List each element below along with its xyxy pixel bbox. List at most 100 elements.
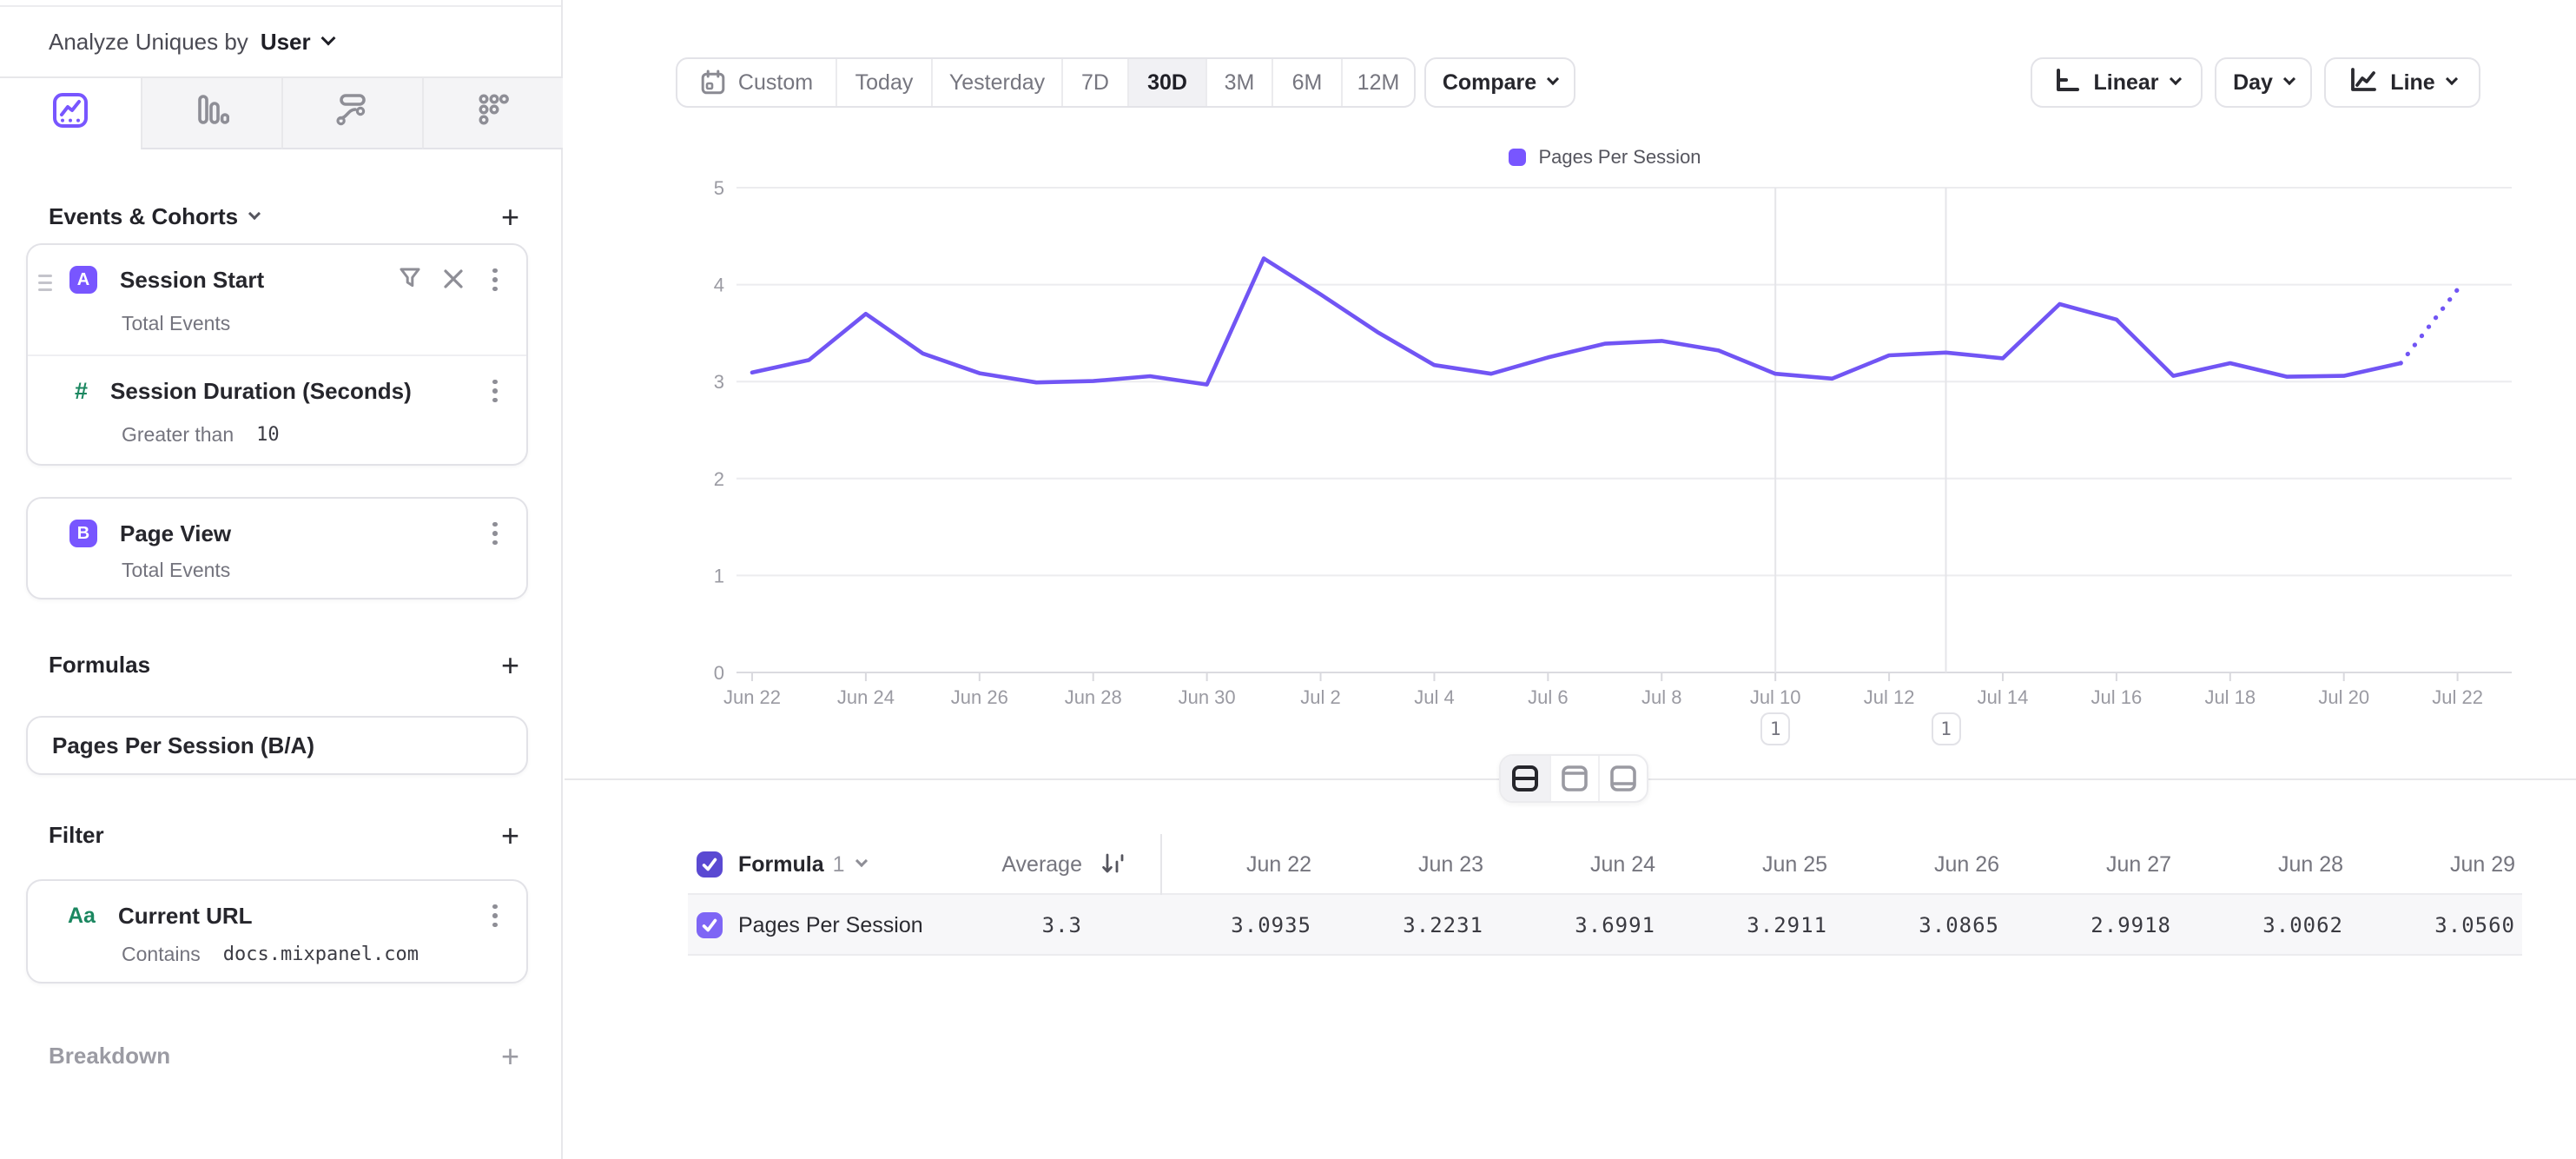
range-30d[interactable]: 30D (1127, 59, 1205, 106)
events-section-title[interactable]: Events & Cohorts (49, 203, 259, 230)
tab-bar-chart[interactable] (141, 78, 281, 149)
event-badge-b: B (69, 520, 97, 547)
range-3m[interactable]: 3M (1205, 59, 1271, 106)
date-column-header: Jun 26 (1934, 834, 1999, 895)
chart-legend[interactable]: Pages Per Session (565, 146, 2576, 169)
annotation-chip[interactable]: 1 (1932, 712, 1961, 745)
filter-operator[interactable]: Contains (122, 943, 201, 966)
flows-icon (334, 91, 371, 135)
filter-value[interactable]: docs.mixpanel.com (223, 944, 419, 965)
filter-row-current-url[interactable]: Aa Current URL Contains docs.mixpanel.co… (28, 881, 526, 982)
granularity-dropdown[interactable]: Day (2215, 57, 2312, 108)
select-all-checkbox[interactable] (697, 851, 723, 878)
chevron-down-icon (320, 31, 335, 46)
data-cell: 3.2911 (1747, 895, 1827, 956)
numeric-property-icon: # (75, 378, 88, 405)
chevron-down-icon (2446, 73, 2458, 85)
event-property-filter-row[interactable]: # Session Duration (Seconds) Greater tha… (28, 354, 526, 464)
svg-text:Jul 10: Jul 10 (1750, 686, 1801, 708)
kebab-menu-icon[interactable] (485, 902, 505, 930)
date-column-header: Jun 23 (1418, 834, 1483, 895)
series-line[interactable] (752, 258, 2401, 384)
formulas-section-title: Formulas (49, 652, 150, 679)
svg-text:Jun 24: Jun 24 (837, 686, 895, 708)
event-name: Page View (120, 520, 231, 547)
add-event-button[interactable]: + (501, 205, 519, 229)
string-property-icon: Aa (68, 904, 96, 929)
range-7d[interactable]: 7D (1061, 59, 1127, 106)
line-chart[interactable]: 012345Jun 22Jun 24Jun 26Jun 28Jun 30Jul … (565, 174, 2576, 756)
range-yesterday[interactable]: Yesterday (931, 59, 1061, 106)
drag-handle-icon[interactable] (38, 275, 52, 291)
remove-icon[interactable] (443, 264, 464, 296)
date-column-header: Jun 25 (1762, 834, 1827, 895)
retention-dots-icon (476, 92, 511, 134)
series-line-projected[interactable] (2401, 289, 2457, 363)
formula-card[interactable]: Pages Per Session (B/A) (26, 716, 528, 775)
sidebar: Analyze Uniques by User (0, 0, 563, 1159)
annotation-chip[interactable]: 1 (1760, 712, 1790, 745)
sort-descending-icon[interactable] (1101, 851, 1126, 884)
add-formula-button[interactable]: + (501, 653, 519, 678)
table-header-row: Formula1 Average Jun 22Jun 23Jun 24Jun 2… (688, 834, 2522, 895)
formula-group-dropdown[interactable]: Formula1 (738, 834, 866, 895)
chart-type-dropdown[interactable]: Line (2324, 57, 2480, 108)
event-metric[interactable]: Total Events (122, 312, 230, 335)
event-row-session-start[interactable]: A Session Start Total Events (28, 245, 526, 354)
range-custom[interactable]: Custom (677, 59, 836, 106)
data-cell: 3.0062 (2262, 895, 2343, 956)
report-type-tabs (0, 78, 563, 149)
event-row-page-view[interactable]: B Page View Total Events (28, 499, 526, 598)
tab-insights[interactable] (0, 78, 141, 149)
filter-icon[interactable] (398, 264, 422, 296)
check-icon (700, 855, 719, 874)
add-breakdown-button[interactable]: + (501, 1044, 519, 1069)
filter-value[interactable]: 10 (256, 424, 280, 446)
chevron-down-icon (1547, 73, 1559, 85)
events-section-header: Events & Cohorts + (49, 203, 519, 230)
chart-view-icon (1560, 764, 1589, 793)
analyze-label: Analyze Uniques by (49, 29, 248, 56)
view-layout-toggle (1499, 754, 1648, 803)
svg-text:3: 3 (714, 371, 724, 393)
kebab-menu-icon[interactable] (485, 520, 505, 547)
kebab-menu-icon[interactable] (485, 377, 505, 405)
analyze-bar: Analyze Uniques by User (0, 7, 561, 78)
svg-text:Jul 14: Jul 14 (1978, 686, 2029, 708)
svg-text:Jun 30: Jun 30 (1179, 686, 1236, 708)
tab-retention[interactable] (422, 78, 563, 149)
mixpanel-insights-app: Analyze Uniques by User (0, 0, 2576, 1159)
analyze-by-value: User (261, 29, 311, 56)
date-column-header: Jun 27 (2106, 834, 2171, 895)
range-today[interactable]: Today (836, 59, 931, 106)
table-data-row[interactable]: Pages Per Session 3.3 3.09353.22313.6991… (688, 895, 2522, 956)
filter-operator[interactable]: Greater than (122, 423, 234, 447)
chart-view-button[interactable] (1549, 756, 1598, 801)
range-12m[interactable]: 12M (1341, 59, 1414, 106)
average-column-header[interactable]: Average (1001, 834, 1082, 895)
compare-button[interactable]: Compare (1424, 57, 1575, 108)
analyze-by-dropdown[interactable]: User (261, 29, 334, 56)
results-table: Formula1 Average Jun 22Jun 23Jun 24Jun 2… (688, 834, 2522, 956)
chevron-down-icon (2169, 73, 2181, 85)
table-view-icon (1608, 764, 1638, 793)
data-cell: 3.0865 (1919, 895, 1999, 956)
svg-text:0: 0 (714, 662, 724, 684)
range-6m[interactable]: 6M (1271, 59, 1341, 106)
svg-text:Jul 2: Jul 2 (1300, 686, 1340, 708)
event-card-b: B Page View Total Events (26, 497, 528, 599)
filter-card: Aa Current URL Contains docs.mixpanel.co… (26, 879, 528, 983)
kebab-menu-icon[interactable] (485, 266, 505, 294)
scale-dropdown[interactable]: Linear (2031, 57, 2203, 108)
table-view-button[interactable] (1598, 756, 1647, 801)
svg-text:Jul 22: Jul 22 (2432, 686, 2483, 708)
filter-property-name: Current URL (118, 903, 253, 930)
add-filter-button[interactable]: + (501, 824, 519, 848)
date-range-control: CustomTodayYesterday7D30D3M6M12M (676, 57, 1416, 108)
tab-flows[interactable] (281, 78, 422, 149)
formula-name: Pages Per Session (B/A) (52, 718, 314, 773)
event-metric[interactable]: Total Events (122, 559, 230, 582)
split-view-button[interactable] (1501, 756, 1549, 801)
row-checkbox[interactable] (697, 912, 723, 938)
svg-text:Jun 26: Jun 26 (951, 686, 1008, 708)
